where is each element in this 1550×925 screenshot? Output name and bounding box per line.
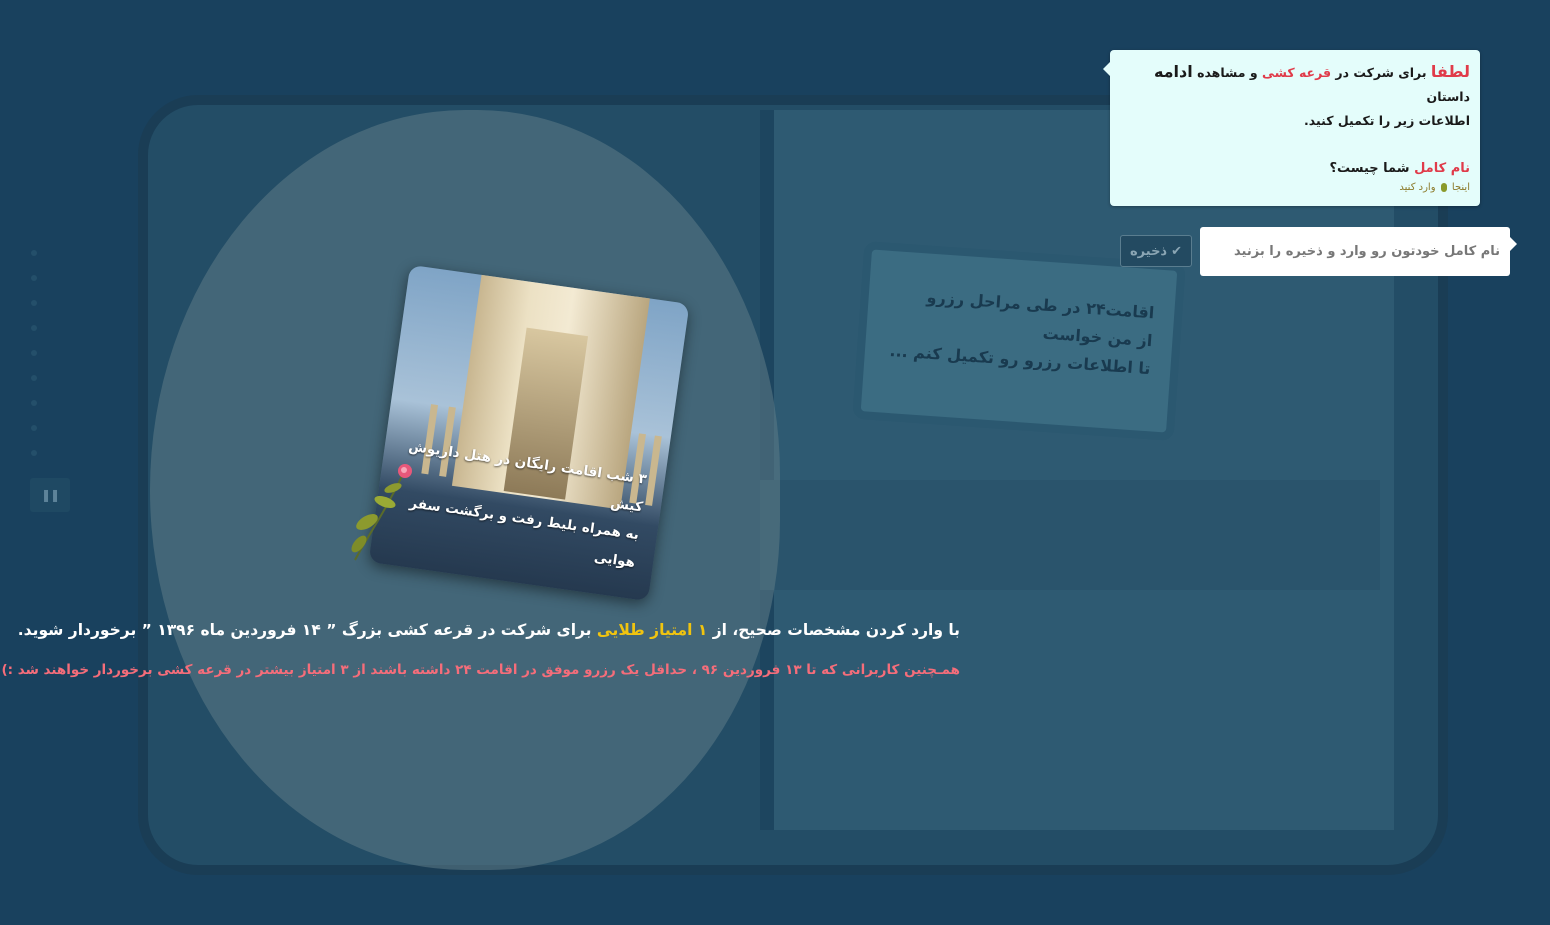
caption-sub: همـچنین کاربرانی که تا ۱۳ فروردین ۹۶ ، ح…: [1, 662, 960, 678]
background-sign-text: اقامت۲۴ در طی مراحل رزرو از من خواست تا …: [889, 281, 1156, 383]
caption-text: با وارد کردن مشخصات صحیح، از: [707, 621, 960, 639]
dialog-text: داستان: [1426, 89, 1470, 104]
full-name-input[interactable]: [1200, 227, 1510, 276]
dialog-lottery: قرعه کشی: [1261, 65, 1332, 80]
background-sign: اقامت۲۴ در طی مراحل رزرو از من خواست تا …: [852, 240, 1186, 442]
slide-dot[interactable]: [31, 425, 37, 431]
caption-main: با وارد کردن مشخصات صحیح، از ۱ امتیاز طل…: [18, 616, 960, 644]
slide-dot[interactable]: [31, 250, 37, 256]
prize-image-card: ۳ شب اقامت رایگان در هتل داریوش کیش به ه…: [368, 264, 690, 602]
hint-text: اینجا: [1451, 182, 1470, 193]
dialog-instruction: اطلاعات زیر را تکمیل کنید.: [1304, 113, 1470, 128]
speech-bubble: لطفا برای شرکت در قرعه کشی و مشاهده ادام…: [1103, 50, 1480, 206]
slide-dot[interactable]: [31, 400, 37, 406]
dialog-question: نام کامل شما چیست؟: [1124, 157, 1470, 181]
slide-dot[interactable]: [31, 450, 37, 456]
slide-dot[interactable]: [31, 325, 37, 331]
caption-text: برای شرکت در قرعه کشی بزرگ ” ۱۴ فروردین …: [17, 621, 597, 639]
slide-dot[interactable]: [31, 300, 37, 306]
slide-indicator: [31, 250, 37, 475]
caption-gold-point: ۱ امتیاز طلایی: [596, 621, 708, 639]
pause-button[interactable]: ❚❚: [30, 478, 70, 512]
enter-here-hint: اینجا وارد کنید: [1124, 181, 1470, 195]
pause-icon: ❚❚: [40, 488, 60, 502]
check-icon: ✔: [1171, 243, 1183, 259]
rose-decoration: [351, 464, 412, 561]
slide-dot[interactable]: [31, 375, 37, 381]
slide-dot[interactable]: [31, 350, 37, 356]
save-label: ذخیره: [1130, 243, 1168, 259]
dialog-text: و مشاهده: [1192, 65, 1262, 80]
dialog-please: لطفا: [1430, 62, 1470, 81]
hint-text: وارد کنید: [1399, 182, 1436, 193]
dialog-intro: لطفا برای شرکت در قرعه کشی و مشاهده ادام…: [1124, 60, 1470, 109]
input-pointer: [1510, 237, 1517, 251]
save-button[interactable]: ✔ ذخیره: [1120, 235, 1192, 267]
background-window-sill: [760, 480, 1380, 590]
dialog-continue-word: ادامه: [1153, 62, 1193, 81]
slide-dot[interactable]: [31, 275, 37, 281]
background-window: [760, 110, 1394, 830]
pointing-hand-icon: [1440, 182, 1447, 192]
dialog-text: برای شرکت در: [1331, 65, 1431, 80]
question-highlight: نام کامل: [1414, 161, 1470, 176]
question-text: شما چیست؟: [1329, 161, 1415, 176]
